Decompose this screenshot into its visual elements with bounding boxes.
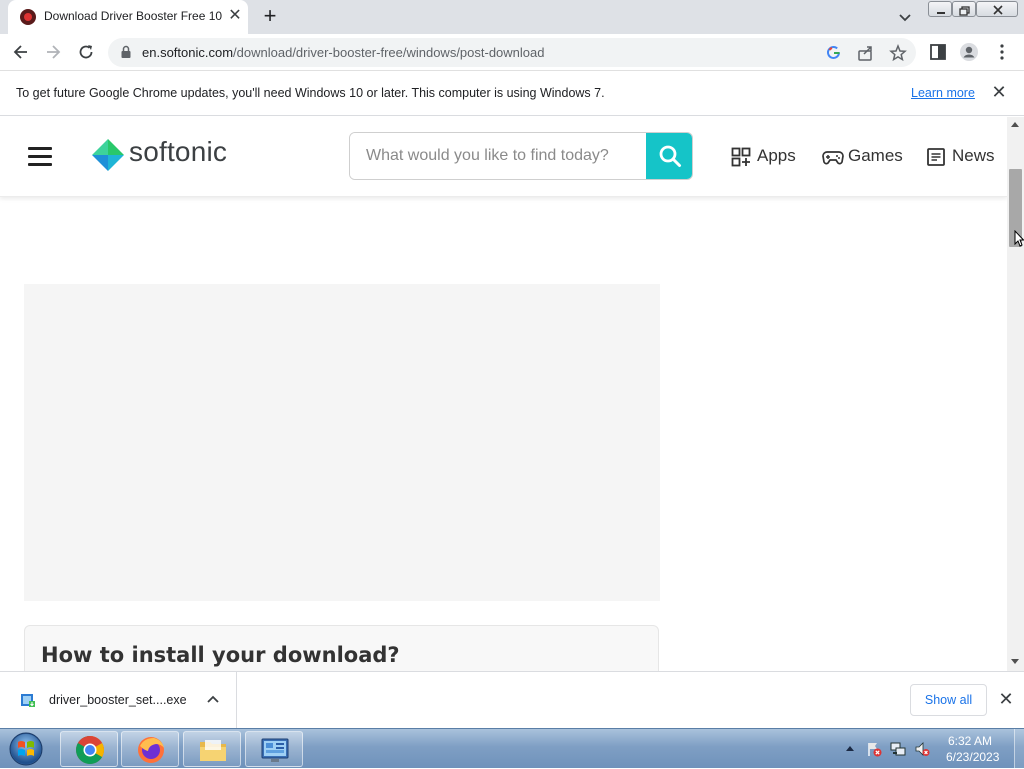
firefox-icon	[138, 737, 164, 763]
nav-news[interactable]: News	[926, 146, 998, 168]
page-content: softonic Apps Games News How to install …	[0, 117, 1007, 671]
softonic-logo-icon[interactable]	[88, 137, 128, 177]
nav-apps[interactable]: Apps	[731, 146, 801, 168]
forward-arrow-icon[interactable]	[43, 42, 63, 62]
window-minimize-button[interactable]	[928, 1, 952, 17]
url-text[interactable]: en.softonic.com/download/driver-booster-…	[142, 45, 545, 60]
page-scrollbar[interactable]	[1007, 117, 1024, 671]
nav-games[interactable]: Games	[822, 146, 904, 168]
chevron-up-icon[interactable]	[205, 692, 221, 708]
url-host: en.softonic.com	[142, 45, 234, 60]
download-file-name: driver_booster_set....exe	[49, 693, 187, 707]
taskbar-control-panel-button[interactable]	[245, 731, 303, 767]
softonic-favicon-icon	[20, 9, 36, 25]
address-bar[interactable]: en.softonic.com/download/driver-booster-…	[108, 38, 916, 67]
download-shelf: driver_booster_set....exe Show all ✕	[0, 671, 1024, 728]
mouse-cursor-icon	[1014, 230, 1024, 247]
hamburger-menu-icon[interactable]	[28, 147, 52, 167]
bookmark-star-icon[interactable]	[888, 43, 908, 63]
profile-avatar-icon[interactable]	[959, 42, 979, 62]
windows-start-button-icon[interactable]	[6, 731, 46, 767]
search-button[interactable]	[646, 133, 692, 179]
installer-file-icon	[21, 694, 35, 707]
control-panel-icon	[261, 738, 289, 762]
tab-close-icon[interactable]: ✕	[226, 7, 244, 25]
google-translate-icon[interactable]	[824, 43, 844, 63]
menu-kebab-icon[interactable]	[992, 42, 1012, 62]
taskbar-firefox-button[interactable]	[121, 731, 179, 767]
site-search-box	[349, 132, 693, 180]
back-arrow-icon[interactable]	[11, 42, 31, 62]
tab-search-chevron-icon[interactable]	[896, 8, 914, 26]
show-desktop-button[interactable]	[1014, 729, 1024, 769]
learn-more-link[interactable]: Learn more	[911, 86, 975, 100]
show-all-button[interactable]: Show all	[910, 684, 987, 716]
action-center-flag-error-icon[interactable]	[866, 741, 882, 757]
taskbar-chrome-button[interactable]	[60, 731, 118, 767]
site-header: softonic Apps Games News	[0, 117, 1007, 197]
reload-icon[interactable]	[76, 42, 96, 62]
window-close-button[interactable]	[976, 1, 1018, 17]
infobar-close-icon[interactable]: ✕	[990, 83, 1008, 101]
nav-games-label: Games	[848, 146, 903, 165]
tab-driver-booster[interactable]: Download Driver Booster Free 10 ✕	[8, 0, 248, 34]
search-icon	[659, 145, 681, 167]
side-panel-icon[interactable]	[928, 42, 948, 62]
search-input[interactable]	[350, 133, 646, 179]
gamepad-icon	[822, 151, 844, 165]
install-heading: How to install your download?	[41, 643, 400, 667]
browser-toolbar: en.softonic.com/download/driver-booster-…	[0, 34, 1024, 71]
clock-time[interactable]: 6:32 AM	[948, 734, 992, 748]
tab-title: Download Driver Booster Free 10	[44, 9, 223, 23]
url-path: /download/driver-booster-free/windows/po…	[233, 45, 545, 60]
clock-date[interactable]: 6/23/2023	[946, 750, 999, 764]
download-shelf-close-icon[interactable]: ✕	[997, 690, 1015, 708]
network-icon[interactable]	[890, 741, 906, 757]
chrome-icon	[76, 736, 104, 764]
apps-grid-icon	[731, 147, 751, 167]
taskbar-file-explorer-button[interactable]	[183, 731, 241, 767]
tab-strip: Download Driver Booster Free 10 ✕ +	[0, 0, 1024, 34]
system-tray: 6:32 AM 6/23/2023	[838, 729, 1024, 769]
scroll-down-arrow-icon[interactable]	[1011, 659, 1019, 664]
infobar-message: To get future Google Chrome updates, you…	[16, 86, 605, 100]
file-explorer-icon	[200, 740, 226, 761]
speaker-muted-icon[interactable]	[914, 741, 930, 757]
scroll-up-arrow-icon[interactable]	[1011, 122, 1019, 127]
window-restore-button[interactable]	[952, 1, 976, 17]
share-icon[interactable]	[856, 43, 876, 63]
chrome-update-infobar: To get future Google Chrome updates, you…	[0, 71, 1024, 116]
nav-apps-label: Apps	[757, 146, 796, 165]
show-hidden-icons-arrow-icon[interactable]	[846, 746, 854, 751]
install-instructions-card: How to install your download?	[24, 625, 659, 671]
nav-news-label: News	[952, 146, 995, 165]
new-tab-button[interactable]: +	[258, 5, 282, 29]
news-article-icon	[927, 148, 945, 166]
ad-placeholder	[24, 284, 660, 601]
softonic-logo-text[interactable]: softonic	[129, 136, 227, 168]
download-item[interactable]: driver_booster_set....exe	[0, 672, 237, 728]
lock-icon[interactable]	[120, 45, 132, 59]
windows-taskbar: 6:32 AM 6/23/2023	[0, 728, 1024, 769]
